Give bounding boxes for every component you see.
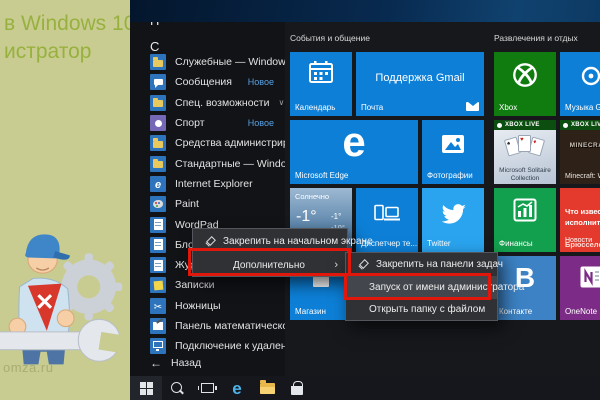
repairman-mascot-illustration bbox=[0, 226, 128, 378]
message-icon bbox=[150, 74, 166, 90]
playing-card-icon: ♥ bbox=[518, 135, 531, 152]
photos-icon bbox=[441, 134, 465, 154]
tile-group-header-events[interactable]: События и общение bbox=[290, 33, 370, 43]
submenu-arrow-icon bbox=[334, 260, 338, 271]
app-item-messaging[interactable]: Сообщения Новое bbox=[130, 72, 285, 92]
internet-explorer-icon bbox=[150, 176, 166, 192]
desktop-wallpaper-strip[interactable] bbox=[130, 0, 600, 22]
app-item-remote-desktop[interactable]: Подключение к удаленному р... bbox=[130, 336, 285, 356]
app-item-sticky-notes[interactable]: Записки bbox=[130, 275, 285, 295]
back-button[interactable]: Назад bbox=[150, 356, 201, 370]
article-banner-panel: в Windows 10 · истратор bbox=[0, 0, 130, 400]
windows-logo-icon bbox=[140, 382, 153, 395]
context-menu: Закрепить на начальном экране Дополнител… bbox=[192, 228, 348, 277]
app-list-letter-s[interactable]: С bbox=[150, 39, 159, 54]
new-badge: Новое bbox=[248, 118, 274, 128]
sticky-notes-icon bbox=[150, 277, 166, 293]
app-item-snipping-tool[interactable]: Ножницы bbox=[130, 296, 285, 316]
screenshot-root: в Windows 10 · истратор bbox=[0, 0, 600, 400]
tile-calendar[interactable]: Календарь bbox=[290, 52, 352, 116]
remote-desktop-icon bbox=[150, 338, 166, 354]
tile-area: События и общение Развлечения и отдых Ка… bbox=[285, 22, 600, 376]
file-explorer-folder-icon bbox=[260, 383, 275, 394]
tile-microsoft-edge[interactable]: e Microsoft Edge bbox=[290, 120, 418, 184]
start-menu: П С Служебные — Windows ∨ Сообщения Ново… bbox=[130, 22, 600, 376]
app-item-accessibility[interactable]: Спец. возможности ∨ bbox=[130, 93, 285, 113]
calendar-icon bbox=[309, 61, 333, 83]
groove-music-icon bbox=[579, 64, 600, 88]
submenu-item-pin-to-taskbar[interactable]: Закрепить на панели задач bbox=[346, 253, 497, 276]
chevron-down-icon[interactable]: ∨ bbox=[278, 98, 284, 107]
xbox-logo-icon bbox=[512, 62, 538, 88]
finance-chart-icon bbox=[513, 198, 537, 222]
start-button[interactable] bbox=[130, 376, 162, 400]
back-arrow-icon bbox=[150, 356, 162, 370]
envelope-icon bbox=[466, 102, 479, 111]
app-item-internet-explorer[interactable]: Internet Explorer bbox=[130, 174, 285, 194]
sport-icon bbox=[150, 115, 166, 131]
folder-icon bbox=[150, 95, 166, 111]
watermark: omza.ru bbox=[3, 360, 53, 375]
search-icon bbox=[171, 382, 184, 395]
app-item-math-input[interactable]: Панель математического ввода bbox=[130, 316, 285, 336]
taskbar: e bbox=[130, 376, 600, 400]
twitter-bird-icon bbox=[440, 204, 466, 226]
wordpad-icon bbox=[150, 217, 166, 233]
pin-icon bbox=[357, 259, 368, 270]
onenote-icon bbox=[580, 266, 600, 288]
devices-icon bbox=[374, 204, 400, 222]
folder-icon bbox=[150, 54, 166, 70]
folder-icon bbox=[150, 135, 166, 151]
math-input-icon bbox=[150, 318, 166, 334]
taskbar-search-button[interactable] bbox=[162, 376, 192, 400]
journal-icon bbox=[150, 257, 166, 273]
submenu-item-run-as-admin[interactable]: Запуск от имени администратора bbox=[346, 276, 497, 299]
mail-live-text: Поддержка Gmail bbox=[356, 72, 484, 84]
tile-group-header-entertainment[interactable]: Развлечения и отдых bbox=[494, 33, 578, 43]
app-list: П С Служебные — Windows ∨ Сообщения Ново… bbox=[130, 22, 285, 376]
tile-mail[interactable]: Поддержка Gmail Почта bbox=[356, 52, 484, 116]
folder-icon bbox=[150, 156, 166, 172]
tile-onenote[interactable]: OneNote bbox=[560, 256, 600, 320]
app-item-accessories[interactable]: Стандартные — Windows ∧ bbox=[130, 153, 285, 173]
new-badge: Новое bbox=[248, 77, 274, 87]
tile-xbox[interactable]: Xbox bbox=[494, 52, 556, 116]
tile-groove-music[interactable]: Музыка Gro bbox=[560, 52, 600, 116]
menu-item-pin-to-start[interactable]: Закрепить на начальном экране bbox=[193, 229, 347, 253]
notepad-icon bbox=[150, 237, 166, 253]
tile-photos[interactable]: Фотографии bbox=[422, 120, 484, 184]
store-bag-icon bbox=[291, 386, 303, 395]
taskbar-file-explorer-button[interactable] bbox=[252, 376, 282, 400]
tile-finance[interactable]: Финансы bbox=[494, 188, 556, 252]
scissors-icon bbox=[150, 298, 166, 314]
tile-twitter[interactable]: Twitter bbox=[422, 188, 484, 252]
submenu-item-open-file-location[interactable]: Открыть папку с файлом bbox=[346, 299, 497, 322]
xbox-live-banner: XBOX LIVE bbox=[494, 120, 556, 130]
taskbar-store-button[interactable] bbox=[282, 376, 312, 400]
edge-logo-icon: e bbox=[290, 120, 418, 166]
pin-icon bbox=[204, 236, 215, 247]
tile-minecraft[interactable]: XBOX LIVE MINECRAFT Minecraft: W bbox=[560, 120, 600, 184]
banner-title-line1: в Windows 10 · bbox=[4, 10, 130, 38]
tile-news[interactable]: Что известн исполнител Новости Брюсселе bbox=[560, 188, 600, 252]
menu-item-more[interactable]: Дополнительно bbox=[193, 253, 347, 277]
context-submenu: Закрепить на панели задач Запуск от имен… bbox=[345, 252, 498, 321]
edge-icon: e bbox=[232, 380, 241, 397]
task-view-icon bbox=[201, 383, 214, 393]
paint-icon bbox=[150, 196, 166, 212]
minecraft-logo: MINECRAFT bbox=[560, 142, 600, 149]
task-view-button[interactable] bbox=[192, 376, 222, 400]
taskbar-edge-button[interactable]: e bbox=[222, 376, 252, 400]
app-item-paint[interactable]: Paint bbox=[130, 194, 285, 214]
app-item-admin-tools[interactable]: Средства администрирован... ∨ bbox=[130, 133, 285, 153]
banner-title-line2: истратор bbox=[4, 38, 130, 66]
app-list-letter-p[interactable]: П bbox=[150, 22, 159, 28]
app-item-windows-tools[interactable]: Служебные — Windows ∨ bbox=[130, 52, 285, 72]
xbox-live-banner: XBOX LIVE bbox=[560, 120, 600, 130]
tile-solitaire[interactable]: XBOX LIVE ♠ ♦ ♥ Microsoft Solitaire Coll… bbox=[494, 120, 556, 184]
app-item-sport[interactable]: Спорт Новое bbox=[130, 113, 285, 133]
